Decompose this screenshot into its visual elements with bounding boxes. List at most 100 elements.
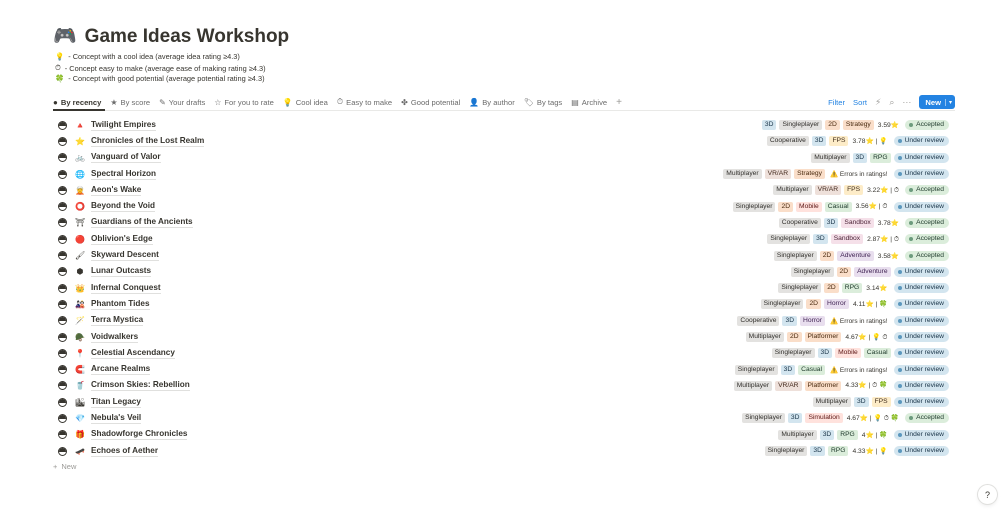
description-text: - Concept with good potential (average p… — [68, 74, 265, 83]
search-icon[interactable]: ⌕ — [889, 97, 894, 108]
item-properties: Cooperative 3D Sandbox 3.78⭐ Accepted — [778, 215, 949, 231]
item-title[interactable]: Arcane Realms — [91, 364, 151, 376]
tab-archive[interactable]: ▤ Archive — [571, 94, 607, 110]
tab-by-recency[interactable]: ● By recency — [53, 94, 101, 110]
item-title[interactable]: Guardians of the Ancients — [91, 217, 193, 229]
tag: Mobile — [835, 348, 861, 359]
list-item[interactable]: 🔺 Twilight Empires 3D Singleplayer 2D Strateg… — [53, 117, 955, 133]
item-title[interactable]: Infernal Conquest — [91, 283, 161, 294]
status-dot-icon — [909, 253, 914, 258]
item-title[interactable]: Voidwalkers — [91, 332, 139, 343]
list-item[interactable]: 🔴 Oblivion's Edge Singleplayer 3D Sandbox 2.8… — [53, 231, 955, 247]
list-item[interactable]: 🏙 Titan Legacy Multiplayer 3D FPS Under revie… — [53, 394, 955, 410]
tab-by-tags[interactable]: 🏷 By tags — [524, 94, 562, 110]
status-badge: Accepted — [905, 185, 949, 196]
avatar — [58, 120, 67, 130]
item-title[interactable]: Nebula's Veil — [91, 413, 142, 424]
tab-easy-to-make[interactable]: ⏱ Easy to make — [337, 94, 392, 110]
status-badge: Under review — [893, 429, 949, 440]
rating: 4.11⭐ | 🍀 — [852, 301, 888, 309]
sort-button[interactable]: Sort — [853, 98, 867, 107]
tab-label: Good potential — [410, 97, 461, 107]
chevron-down-icon[interactable]: ▾ — [944, 98, 952, 106]
item-title[interactable]: Echoes of Aether — [91, 446, 159, 457]
item-title[interactable]: Beyond the Void — [91, 201, 155, 213]
filter-button[interactable]: Filter — [828, 98, 845, 107]
item-title[interactable]: Oblivion's Edge — [91, 234, 153, 245]
item-title[interactable]: Aeon's Wake — [91, 185, 142, 196]
tag: Singleplayer — [767, 234, 811, 245]
item-title[interactable]: Titan Legacy — [91, 397, 141, 408]
list-item[interactable]: 🪖 Voidwalkers Multiplayer 2D Platformer 4.67⭐… — [53, 329, 955, 345]
tab-your-drafts[interactable]: ✎ Your drafts — [159, 94, 205, 110]
avatar — [58, 234, 67, 244]
tag: Singleplayer — [742, 413, 785, 424]
status-dot-icon — [909, 416, 914, 421]
list-item[interactable]: 🌐 Spectral Horizon Multiplayer VR/AR Strateg… — [53, 166, 955, 182]
more-icon[interactable]: ··· — [902, 97, 911, 107]
tab-label: Cool idea — [295, 97, 328, 107]
star-outline-icon: ☆ — [214, 97, 222, 107]
rating: 3.59⭐ — [877, 122, 900, 130]
status-dot-icon — [897, 172, 902, 177]
item-icon: 🔴 — [75, 234, 85, 244]
new-row-button[interactable]: + New — [53, 462, 76, 471]
list-item[interactable]: 🚲 Vanguard of Valor Multiplayer 3D RPG Under … — [53, 150, 955, 166]
help-button[interactable]: ? — [978, 485, 997, 504]
item-title[interactable]: Terra Mystica — [91, 315, 144, 327]
status-badge: Under review — [893, 201, 949, 212]
tabs-divider — [53, 110, 955, 111]
tab-for-you-to-rate[interactable]: ☆ For you to rate — [214, 94, 274, 110]
list-item[interactable]: ⭕ Beyond the Void Singleplayer 2D Mobile Casu… — [53, 198, 955, 214]
tab-by-author[interactable]: 👤 By author — [469, 94, 514, 110]
avatar — [58, 299, 67, 309]
item-title[interactable]: Vanguard of Valor — [91, 152, 161, 164]
status-label: Accepted — [916, 186, 944, 194]
description-text: - Concept with a cool idea (average idea… — [68, 52, 240, 61]
status-dot-icon — [909, 123, 914, 128]
item-title[interactable]: Skyward Descent — [91, 250, 159, 262]
list-item[interactable]: 🛹 Echoes of Aether Singleplayer 3D RPG 4.33⭐ … — [53, 443, 955, 459]
rating: 3.78⭐ | 💡 — [852, 138, 888, 146]
list-item[interactable]: 💎 Nebula's Veil Singleplayer 3D Simulation 4.… — [53, 410, 955, 426]
list-item[interactable]: 🎎 Phantom Tides Singleplayer 2D Horror 4.11⭐ … — [53, 296, 955, 312]
tag: Horror — [800, 315, 825, 326]
tab-good-potential[interactable]: ✤ Good potential — [401, 94, 460, 110]
tag: RPG — [837, 429, 858, 440]
list-item[interactable]: 🎁 Shadowforge Chronicles Multiplayer 3D RPG 4… — [53, 427, 955, 443]
rating-error: ⚠️ Errors in ratings! — [830, 171, 888, 179]
new-button[interactable]: New ▾ — [919, 95, 955, 109]
list-item[interactable]: 🧲 Arcane Realms Singleplayer 3D Casual ⚠️ Err… — [53, 361, 955, 377]
list-item[interactable]: 🖌 Skyward Descent Singleplayer 2D Adventure 3… — [53, 247, 955, 263]
item-title[interactable]: Phantom Tides — [91, 299, 150, 310]
pencil-icon: ✎ — [159, 97, 166, 107]
status-label: Under review — [904, 300, 944, 308]
tag: Strategy — [794, 169, 825, 180]
item-title[interactable]: Celestial Ascendancy — [91, 348, 175, 359]
tag: 3D — [817, 348, 833, 359]
tab-by-score[interactable]: ★ By score — [110, 94, 150, 110]
item-title[interactable]: Shadowforge Chronicles — [91, 429, 188, 441]
tag: Singleplayer — [773, 250, 817, 261]
item-title[interactable]: Spectral Horizon — [91, 169, 157, 180]
list-item[interactable]: 📍 Celestial Ascendancy Singleplayer 3D Mobil… — [53, 345, 955, 361]
item-title[interactable]: Twilight Empires — [91, 120, 156, 131]
tab-cool-idea[interactable]: 💡 Cool idea — [283, 94, 328, 110]
list-item[interactable]: 🧝 Aeon's Wake Multiplayer VR/AR FPS 3.22⭐ | ⏱… — [53, 182, 955, 198]
item-icon: 🔺 — [75, 120, 85, 130]
list-item[interactable]: 👑 Infernal Conquest Singleplayer 2D RPG 3.14⭐… — [53, 280, 955, 296]
tag: Strategy — [842, 120, 874, 131]
person-icon: 👤 — [469, 97, 480, 107]
tag: Singleplayer — [779, 120, 823, 131]
item-title[interactable]: Chronicles of the Lost Realm — [91, 136, 205, 147]
list-item[interactable]: ⭐ Chronicles of the Lost Realm Cooperative… — [53, 133, 955, 149]
lightning-icon[interactable]: ⚡ — [875, 97, 881, 108]
add-view-button[interactable]: + — [616, 97, 622, 108]
list-item[interactable]: 🪄 Terra Mystica Cooperative 3D Horror ⚠️ Erro… — [53, 313, 955, 329]
list-item[interactable]: 🥤 Crimson Skies: Rebellion Multiplayer VR/A… — [53, 378, 955, 394]
item-title[interactable]: Crimson Skies: Rebellion — [91, 380, 190, 392]
rating: 4.33⭐ | 💡 — [852, 448, 888, 456]
item-title[interactable]: Lunar Outcasts — [91, 266, 152, 278]
list-item[interactable]: ⛩ Guardians of the Ancients Cooperative 3D S… — [53, 215, 955, 231]
list-item[interactable]: ⬢ Lunar Outcasts Singleplayer 2D Adventure Un… — [53, 264, 955, 280]
